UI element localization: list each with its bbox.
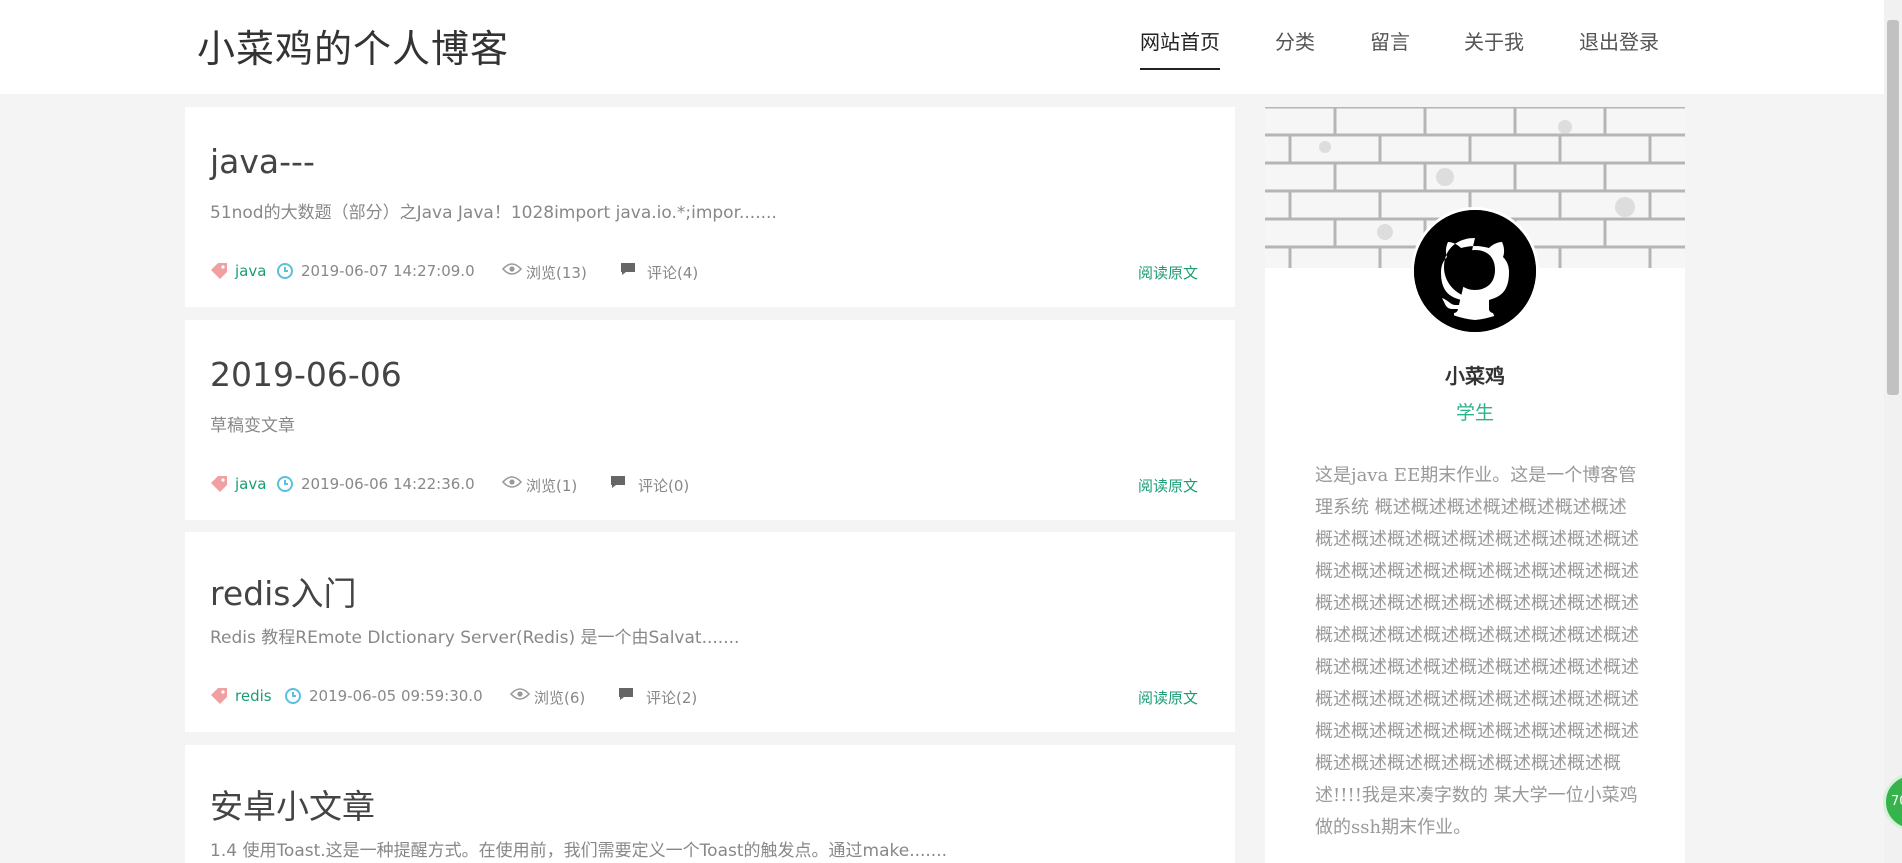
scrollbar-thumb[interactable]	[1887, 20, 1899, 395]
article-summary: 51nod的大数题（部分）之Java Java！1028import java.…	[210, 203, 777, 223]
article-meta: redis 2019-06-05 09:59:30.0 浏览(6) 评论(2)	[210, 685, 1210, 709]
article-tag[interactable]: redis	[235, 687, 272, 705]
profile-sidebar: 小菜鸡 学生 这是java EE期末作业。这是一个博客管理系统 概述概述概述概述…	[1265, 107, 1685, 863]
article-card: java--- 51nod的大数题（部分）之Java Java！1028impo…	[185, 107, 1235, 307]
comment-icon	[620, 262, 636, 276]
article-title[interactable]: 安卓小文章	[210, 780, 375, 828]
comment-icon	[618, 687, 634, 701]
profile-role: 学生	[1455, 402, 1494, 424]
article-views: 浏览(6)	[534, 689, 586, 707]
eye-icon	[502, 475, 522, 489]
clock-icon	[276, 262, 294, 280]
article-comments[interactable]: 评论(2)	[646, 687, 697, 708]
article-card: 2019-06-06 草稿变文章 java 2019-06-06 14:22:3…	[185, 320, 1235, 520]
nav-logout[interactable]: 退出登录	[1579, 26, 1659, 70]
read-more-link[interactable]: 阅读原文	[1138, 262, 1198, 283]
comment-icon	[610, 475, 626, 489]
article-card: 安卓小文章 1.4 使用Toast.这是一种提醒方式。在使用前，我们需要定义一个…	[185, 745, 1235, 863]
article-comments[interactable]: 评论(0)	[638, 475, 689, 496]
article-date: 2019-06-06 14:22:36.0	[301, 475, 475, 493]
tag-icon	[210, 475, 228, 493]
tag-icon	[210, 262, 228, 280]
article-tag[interactable]: java	[235, 262, 266, 280]
article-meta: java 2019-06-06 14:22:36.0 浏览(1) 评论(0)	[210, 473, 1210, 497]
article-card: redis入门 Redis 教程REmote DIctionary Server…	[185, 532, 1235, 732]
eye-icon	[510, 687, 530, 701]
article-title[interactable]: redis入门	[210, 567, 356, 615]
article-summary: Redis 教程REmote DIctionary Server(Redis) …	[210, 628, 740, 648]
article-comments[interactable]: 评论(4)	[647, 262, 698, 283]
nav-category[interactable]: 分类	[1275, 26, 1315, 70]
article-views: 浏览(1)	[526, 477, 578, 495]
article-meta: java 2019-06-07 14:27:09.0 浏览(13) 评论(4)	[210, 260, 1210, 284]
tag-icon	[210, 687, 228, 705]
site-title[interactable]: 小菜鸡的个人博客	[197, 18, 509, 73]
nav-about[interactable]: 关于我	[1464, 26, 1524, 70]
article-title[interactable]: java---	[210, 142, 315, 181]
profile-description: 这是java EE期末作业。这是一个博客管理系统 概述概述概述概述概述概述概述概…	[1315, 465, 1639, 838]
clock-icon	[276, 475, 294, 493]
article-tag[interactable]: java	[235, 475, 266, 493]
github-avatar-icon[interactable]	[1411, 207, 1539, 335]
vertical-scrollbar[interactable]	[1884, 0, 1902, 863]
read-more-link[interactable]: 阅读原文	[1138, 687, 1198, 708]
article-date: 2019-06-05 09:59:30.0	[309, 687, 483, 705]
article-views: 浏览(13)	[526, 264, 587, 282]
nav-message[interactable]: 留言	[1370, 26, 1410, 70]
article-title[interactable]: 2019-06-06	[210, 355, 402, 394]
site-header: 小菜鸡的个人博客 网站首页 分类 留言 关于我 退出登录	[0, 0, 1902, 94]
article-date: 2019-06-07 14:27:09.0	[301, 262, 475, 280]
clock-icon	[284, 687, 302, 705]
article-summary: 草稿变文章	[210, 416, 295, 436]
read-more-link[interactable]: 阅读原文	[1138, 475, 1198, 496]
article-summary: 1.4 使用Toast.这是一种提醒方式。在使用前，我们需要定义一个Toast的…	[210, 841, 948, 861]
profile-name: 小菜鸡	[1445, 364, 1505, 388]
nav-home[interactable]: 网站首页	[1140, 26, 1220, 70]
eye-icon	[502, 262, 522, 276]
